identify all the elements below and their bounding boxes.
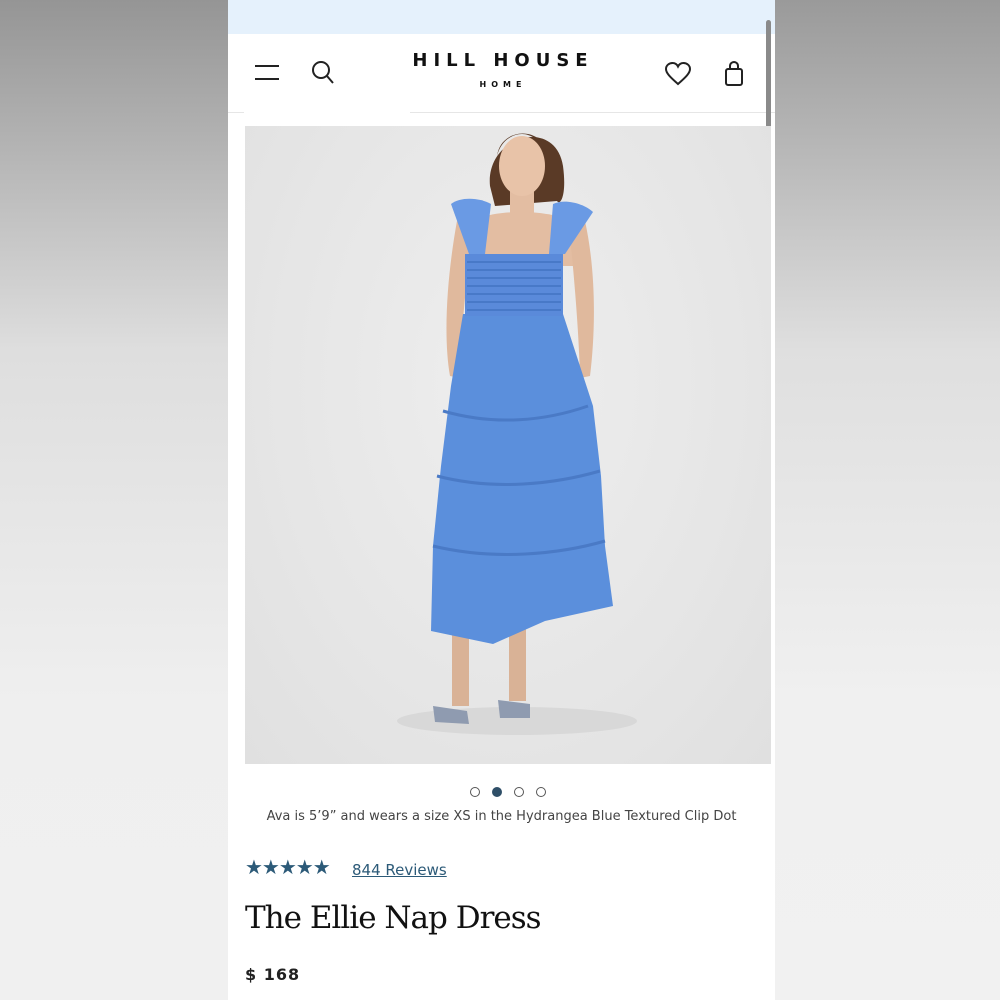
product-price: $ 168 [245, 965, 301, 984]
product-title: The Ellie Nap Dress [245, 900, 542, 936]
search-icon[interactable] [311, 60, 335, 86]
announcement-bar [228, 0, 775, 34]
star-rating-icon: ★★★★★ [245, 857, 331, 879]
background-right [775, 0, 1000, 1000]
brand-subtitle: HOME [479, 80, 527, 89]
carousel-dot-1[interactable] [470, 787, 480, 797]
scrollbar[interactable] [766, 20, 771, 128]
carousel-dot-2[interactable] [492, 787, 502, 797]
brand-name: HILL HOUSE [412, 50, 594, 71]
shopping-bag-icon[interactable] [724, 61, 744, 87]
carousel-dot-4[interactable] [536, 787, 546, 797]
product-rating: ★★★★★ 844 Reviews [245, 858, 545, 880]
carousel-dot-3[interactable] [514, 787, 524, 797]
background-left [0, 0, 228, 1000]
site-header: HILL HOUSE HOME [228, 34, 775, 113]
image-caption: Ava is 5’9” and wears a size XS in the H… [266, 809, 737, 824]
menu-icon[interactable] [255, 64, 279, 82]
mobile-page: HILL HOUSE HOME Ava is 5’9” and wears a … [228, 0, 775, 1000]
carousel-dots [466, 787, 550, 799]
image-tab-overlay [244, 112, 410, 126]
product-image[interactable] [245, 126, 771, 764]
brand-logo[interactable]: HILL HOUSE HOME [378, 50, 628, 89]
reviews-link[interactable]: 844 Reviews [352, 861, 447, 879]
model-illustration [397, 133, 637, 735]
heart-icon[interactable] [665, 62, 691, 86]
